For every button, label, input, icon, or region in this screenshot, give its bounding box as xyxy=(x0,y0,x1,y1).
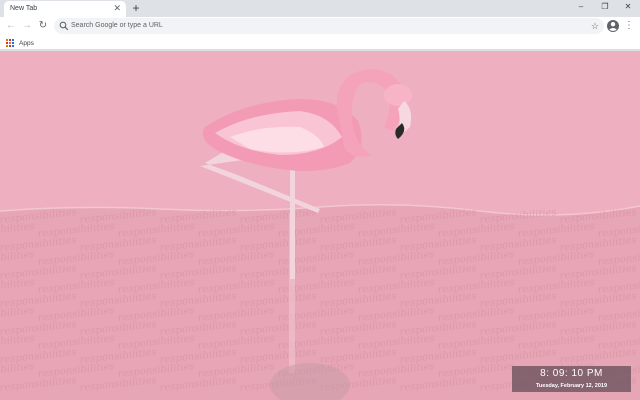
flamingo-neck xyxy=(336,69,406,157)
back-icon[interactable]: ← xyxy=(4,19,18,33)
forward-icon[interactable]: → xyxy=(20,19,34,33)
star-icon[interactable]: ☆ xyxy=(591,20,599,32)
clock-widget: 8: 09: 10 PM Tuesday, February 12, 2019 xyxy=(512,366,631,392)
flamingo-head xyxy=(384,84,412,106)
minimize-button[interactable]: – xyxy=(570,0,592,14)
flamingo-leg xyxy=(290,169,295,279)
clock-date: Tuesday, February 12, 2019 xyxy=(535,383,608,389)
bookmarks-bar: Apps xyxy=(0,35,640,50)
apps-icon xyxy=(6,39,14,47)
tab-title: New Tab xyxy=(10,5,38,12)
reload-icon[interactable]: ↻ xyxy=(36,19,50,33)
omnibox-placeholder: Search Google or type a URL xyxy=(71,22,163,29)
tab-strip: New Tab ✕ + – ❐ ✕ xyxy=(0,0,640,17)
omnibox[interactable]: Search Google or type a URL ☆ xyxy=(54,18,604,34)
tab-new-tab[interactable]: New Tab ✕ xyxy=(4,1,126,17)
clock-time: 8: 09: 10 PM xyxy=(540,368,603,379)
menu-icon[interactable]: ⋮ xyxy=(624,19,634,33)
window-close-button[interactable]: ✕ xyxy=(617,0,639,14)
new-tab-wallpaper: responsibilities responsibilities responsi… xyxy=(0,51,640,400)
tab-close-icon[interactable]: ✕ xyxy=(113,3,121,14)
toolbar: ← → ↻ Search Google or type a URL ☆ ⋮ xyxy=(0,17,640,35)
new-tab-button[interactable]: + xyxy=(130,1,142,15)
profile-icon[interactable] xyxy=(606,19,620,33)
maximize-button[interactable]: ❐ xyxy=(594,0,616,14)
apps-label: Apps xyxy=(19,39,34,47)
flamingo-scene: responsibilities responsibilities responsi… xyxy=(0,69,640,400)
apps-shortcut[interactable]: Apps xyxy=(6,38,34,48)
search-icon xyxy=(59,21,69,31)
